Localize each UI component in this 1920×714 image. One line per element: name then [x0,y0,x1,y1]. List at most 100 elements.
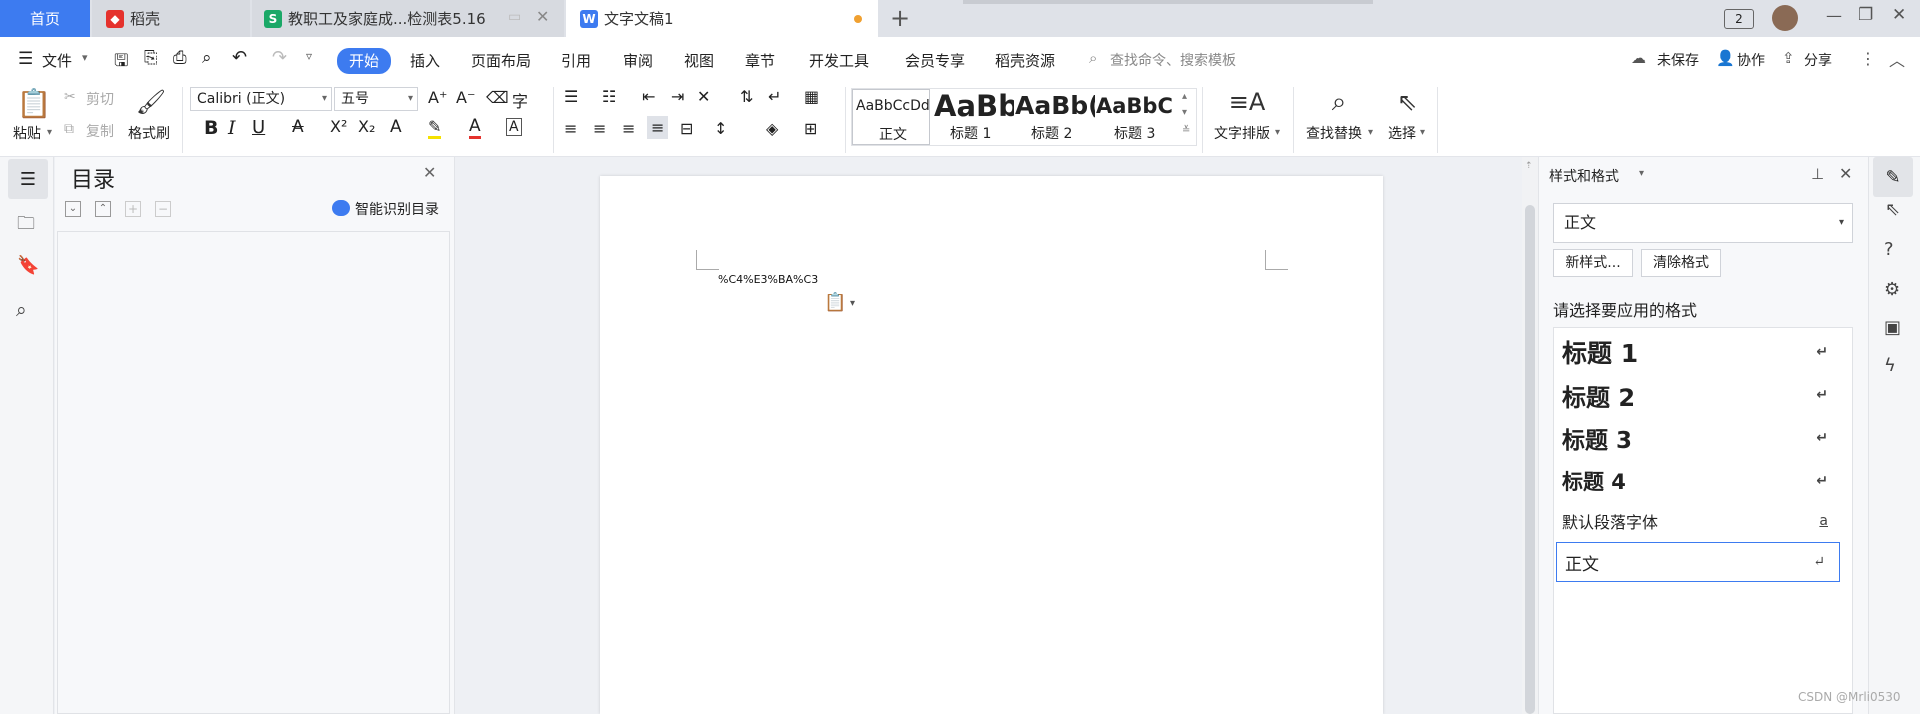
font-size-select[interactable]: 五号 ▾ [334,87,418,111]
style-edit-icon[interactable]: ✎ [1873,157,1913,197]
strikethrough-icon[interactable]: A [292,117,304,137]
more-icon[interactable]: ⋮ [1860,49,1876,68]
share-button[interactable]: 分享 [1804,50,1832,72]
borders-icon[interactable]: ⊞ [804,119,817,138]
tab-spreadsheet[interactable]: S 教职工及家庭成...检测表5.16 ▭ ✕ [252,0,564,37]
tab-home[interactable]: 首页 [0,0,90,37]
align-left-icon[interactable]: ≡ [564,119,577,138]
decrease-indent-icon[interactable]: ⇤ [642,87,655,106]
bookmark-icon[interactable]: 🔖 [17,255,39,276]
file-menu[interactable]: 文件 [42,50,72,72]
help-icon[interactable]: ? [1884,239,1894,260]
chapter-nav-icon[interactable]: 🗀 [17,211,35,241]
tab-chapter[interactable]: 章节 [745,50,775,72]
print-preview-icon[interactable]: ⌕ [202,48,212,68]
superscript-icon[interactable]: X² [330,117,347,136]
italic-icon[interactable]: I [228,117,236,139]
close-icon[interactable]: ✕ [1839,164,1852,183]
shading-icon[interactable]: ◈ [766,119,778,138]
collaborate-button[interactable]: 协作 [1737,50,1765,72]
text-layout-button[interactable]: 文字排版 [1214,123,1270,143]
line-spacing-icon[interactable]: ↕ [714,119,727,138]
collapse-ribbon-icon[interactable]: ︿ [1889,47,1905,71]
current-style-select[interactable]: 正文 ▾ [1553,203,1853,243]
panel-title[interactable]: 样式和格式 [1549,166,1619,186]
document-page[interactable]: %C4%E3%BA%C3 📋 ▾ [600,176,1383,714]
vertical-scrollbar[interactable]: ⇡ [1522,157,1538,714]
char-border-icon[interactable]: A [506,118,522,136]
expand-all-icon[interactable]: ⌄ [65,201,81,217]
tab-references[interactable]: 引用 [561,50,591,72]
screen-badge[interactable]: 2 [1724,9,1754,29]
quick-action-icon[interactable]: ϟ [1884,355,1896,376]
chevron-down-icon[interactable]: ▾ [1420,127,1425,138]
tab-insert[interactable]: 插入 [410,50,440,72]
justify-icon[interactable]: ≡ [647,116,669,139]
image-settings-icon[interactable]: ▣ [1884,317,1901,338]
tab-review[interactable]: 审阅 [623,50,653,72]
cursor-select-icon[interactable]: ⇖ [1390,85,1424,119]
style-heading-1[interactable]: AaBb 标题 1 [932,89,1014,145]
sort-icon[interactable]: ⇅ [740,87,753,106]
numbered-list-icon[interactable]: ☷ [602,87,616,106]
minimize-icon[interactable]: — [1826,6,1842,25]
remove-toc-icon[interactable]: − [155,201,171,217]
close-window-icon[interactable]: ✕ [1892,5,1906,25]
format-painter-icon[interactable]: 🖌 [135,85,167,119]
paste-label[interactable]: 粘贴 [13,123,41,143]
paste-dropdown-icon[interactable]: ▾ [47,127,52,138]
undo-icon[interactable]: ↶ [232,47,247,68]
style-item-heading-3[interactable]: 标题 3 ↵ [1554,418,1842,458]
select-button[interactable]: 选择 [1388,123,1416,143]
text-layout-icon[interactable]: ≡A [1229,85,1266,119]
clear-format-icon[interactable]: ⌫ [486,88,509,107]
style-item-default-font[interactable]: 默认段落字体 a [1554,501,1842,541]
gallery-up-icon[interactable]: ▴ [1182,91,1187,102]
tab-developer[interactable]: 开发工具 [809,50,869,72]
save-icon[interactable]: 🖫 [114,48,128,77]
print-icon[interactable]: ⎙ [173,48,187,68]
restore-icon[interactable]: ❐ [1858,5,1873,25]
cut-button[interactable]: 剪切 [86,89,114,109]
document-text[interactable]: %C4%E3%BA%C3 [718,273,818,286]
copy-button[interactable]: 复制 [86,121,114,141]
grow-font-icon[interactable]: A⁺ [428,88,447,107]
smart-toc-button[interactable]: 智能识别目录 [355,199,439,219]
chevron-down-icon[interactable]: ▾ [850,298,855,309]
ruler-icon[interactable]: ▦ [804,87,819,106]
scroll-up-icon[interactable]: ⇡ [1525,161,1533,171]
chevron-down-icon[interactable]: ▾ [1639,168,1644,179]
style-heading-3[interactable]: AaBbC 标题 3 [1096,89,1174,145]
select-pointer-icon[interactable]: ⇖ [1885,199,1900,220]
scrollbar-thumb[interactable] [1525,205,1535,714]
phonetic-icon[interactable]: 字 [512,88,528,112]
text-effect-icon[interactable]: A [390,117,402,137]
quick-access-more-icon[interactable]: ▿ [306,49,312,63]
pin-icon[interactable]: ▭ [508,9,521,25]
bold-icon[interactable]: B [204,117,218,139]
paste-icon[interactable]: 📋 [16,85,52,121]
find-replace-button[interactable]: 查找替换 [1306,123,1362,143]
chevron-down-icon[interactable]: ▾ [82,51,88,64]
hamburger-icon[interactable]: ☰ [18,49,33,69]
pin-icon[interactable]: ⊥ [1811,165,1824,183]
tab-view[interactable]: 视图 [684,50,714,72]
tab-member[interactable]: 会员专享 [905,50,965,72]
toc-icon[interactable]: ☰ [8,159,48,199]
subscript-icon[interactable]: X₂ [358,117,375,136]
highlight-icon[interactable]: ✎ [428,117,442,139]
chevron-down-icon[interactable]: ▾ [1275,127,1280,138]
font-color-icon[interactable]: A [469,116,481,139]
unsaved-status[interactable]: 未保存 [1657,50,1699,72]
collapse-all-icon[interactable]: ⌃ [95,201,111,217]
find-icon[interactable]: ⌕ [1322,85,1356,119]
close-tab-icon[interactable]: ✕ [536,7,549,26]
tab-document[interactable]: W 文字文稿1 [566,0,878,37]
style-normal[interactable]: AaBbCcDd 正文 [852,89,930,145]
adjust-icon[interactable]: ⚙ [1884,279,1900,300]
style-item-heading-4[interactable]: 标题 4 ↵ [1554,461,1842,501]
style-item-heading-2[interactable]: 标题 2 ↵ [1554,375,1842,415]
align-right-icon[interactable]: ≡ [622,119,635,138]
underline-icon[interactable]: U [252,117,265,138]
close-icon[interactable]: ✕ [423,163,436,182]
